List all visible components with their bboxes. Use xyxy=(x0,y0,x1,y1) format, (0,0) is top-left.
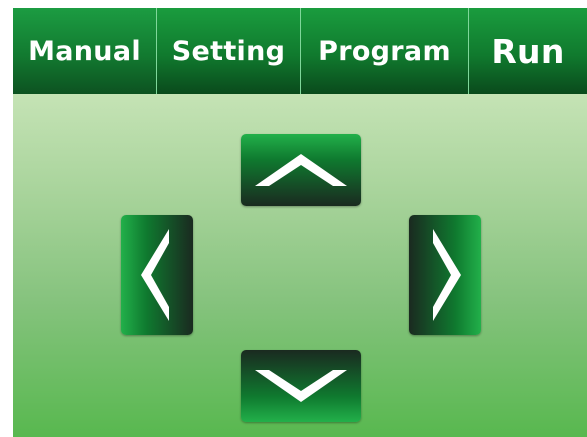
tab-setting-label: Setting xyxy=(171,35,286,67)
tab-program[interactable]: Program xyxy=(301,8,469,94)
tab-bar: Manual Setting Program Run xyxy=(13,8,587,94)
jog-up-button[interactable] xyxy=(241,134,361,206)
jog-control-panel xyxy=(13,94,587,437)
tab-setting[interactable]: Setting xyxy=(157,8,301,94)
tab-program-label: Program xyxy=(318,35,451,67)
chevron-left-icon xyxy=(141,229,169,321)
jog-down-button[interactable] xyxy=(241,350,361,422)
tab-manual[interactable]: Manual xyxy=(13,8,157,94)
chevron-up-icon xyxy=(255,154,347,186)
manual-control-screen: Manual Setting Program Run xyxy=(13,8,587,437)
chevron-right-icon xyxy=(433,229,461,321)
jog-right-button[interactable] xyxy=(409,215,481,335)
tab-run-label: Run xyxy=(491,31,565,71)
tab-run[interactable]: Run xyxy=(469,8,587,94)
tab-manual-label: Manual xyxy=(28,35,141,67)
jog-left-button[interactable] xyxy=(121,215,193,335)
chevron-down-icon xyxy=(255,370,347,402)
